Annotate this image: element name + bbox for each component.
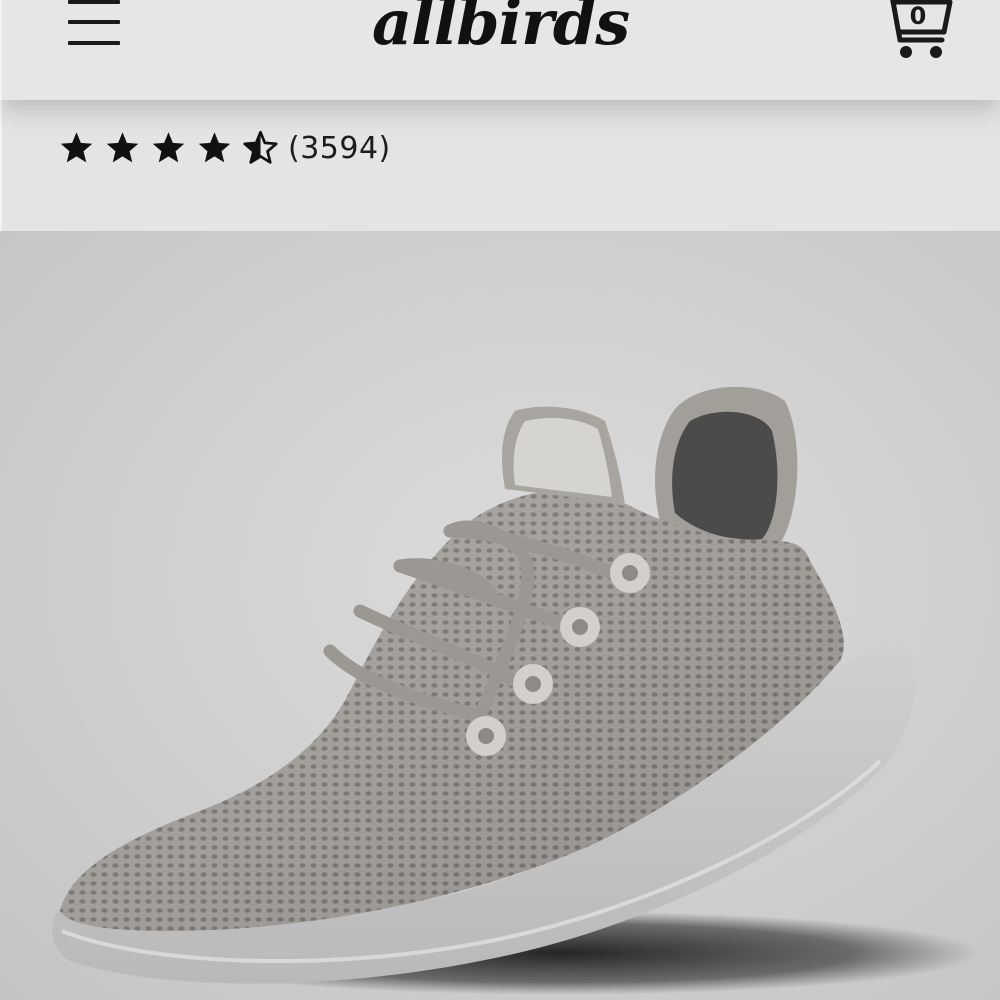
cart-count-badge: 0 (909, 2, 927, 30)
product-image-area[interactable] (0, 231, 1000, 1000)
allbirds-logo[interactable]: allbirds (370, 0, 640, 70)
star-full-icon (152, 132, 185, 163)
hamburger-menu-icon[interactable] (64, 0, 124, 50)
star-full-icon (60, 132, 93, 163)
sneaker-image (52, 386, 980, 995)
star-rating[interactable] (58, 130, 279, 166)
star-half-icon (243, 130, 278, 164)
top-nav-bar: allbirds 0 (0, 0, 1000, 100)
shoe-lining (672, 411, 778, 540)
product-page: allbirds 0 (3594) (0, 0, 1000, 1000)
logo-text: allbirds (372, 0, 629, 59)
star-full-icon (106, 132, 139, 163)
review-count-link[interactable]: (3594) (288, 131, 391, 166)
star-full-icon (198, 132, 231, 163)
